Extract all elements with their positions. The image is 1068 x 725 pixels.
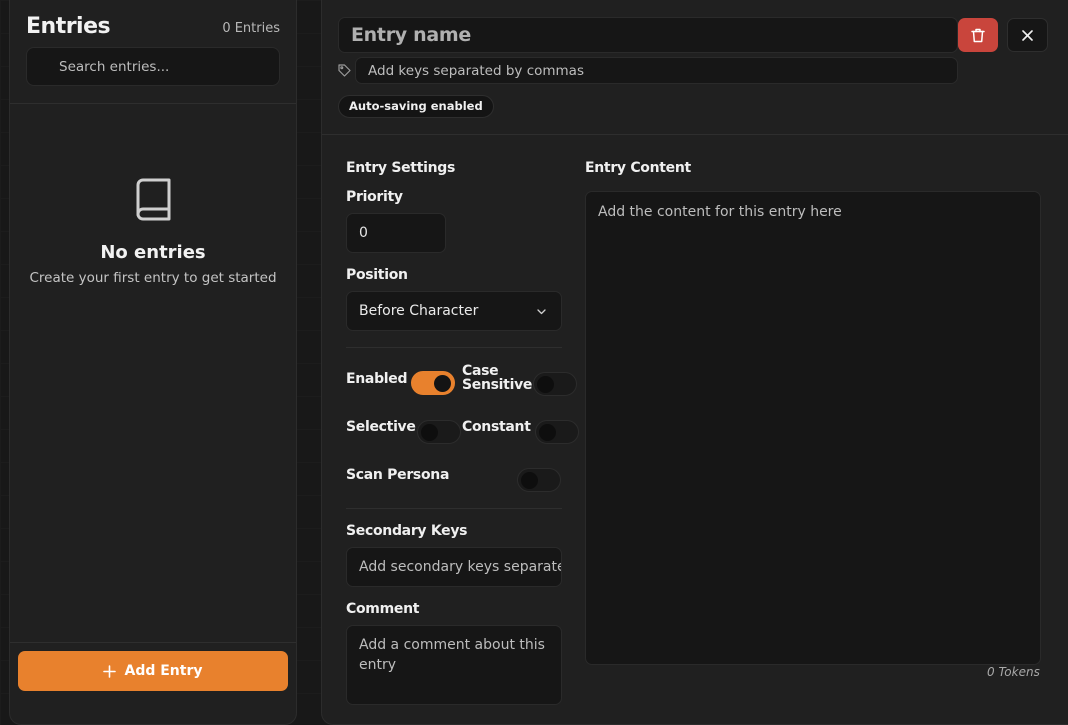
add-entry-button[interactable]: Add Entry xyxy=(18,651,288,691)
entries-count: 0 Entries xyxy=(222,21,280,36)
autosave-badge: Auto-saving enabled xyxy=(338,95,494,118)
entry-settings-title: Entry Settings xyxy=(346,160,456,176)
tag-icon xyxy=(338,64,351,77)
position-label: Position xyxy=(346,267,408,283)
selective-label: Selective xyxy=(346,419,416,435)
toggle-knob xyxy=(539,424,556,441)
keys-input[interactable] xyxy=(355,57,958,84)
close-editor-button[interactable] xyxy=(1007,18,1048,52)
settings-divider xyxy=(346,347,562,348)
scan-persona-toggle[interactable] xyxy=(517,468,561,492)
add-entry-label: Add Entry xyxy=(124,663,203,679)
editor-header-divider xyxy=(322,134,1068,135)
toggle-knob xyxy=(421,424,438,441)
search-entries-input[interactable] xyxy=(26,47,280,86)
position-selected-value: Before Character xyxy=(359,303,479,319)
toggle-knob xyxy=(537,376,554,393)
settings-divider xyxy=(346,508,562,509)
empty-state-title: No entries xyxy=(100,242,206,263)
entries-sidebar: Entries 0 Entries No entries Create your… xyxy=(9,0,297,725)
secondary-keys-input[interactable] xyxy=(346,547,562,587)
chevron-down-icon xyxy=(537,309,546,315)
sidebar-divider xyxy=(10,103,296,104)
selective-toggle[interactable] xyxy=(417,420,461,444)
delete-entry-button[interactable] xyxy=(958,18,998,52)
case-sensitive-label-line1: Case xyxy=(462,363,499,379)
case-sensitive-label: Case Sensitive xyxy=(462,364,532,392)
toggle-knob xyxy=(434,375,451,392)
enabled-label: Enabled xyxy=(346,371,408,387)
position-select[interactable]: Before Character xyxy=(346,291,562,331)
constant-label: Constant xyxy=(462,419,531,435)
comment-textarea[interactable] xyxy=(346,625,562,705)
sidebar-bottom-divider xyxy=(10,642,296,643)
comment-label: Comment xyxy=(346,601,420,617)
entry-name-input[interactable] xyxy=(338,17,958,53)
close-icon xyxy=(1022,29,1033,41)
entry-content-label: Entry Content xyxy=(585,160,691,176)
book-icon xyxy=(136,178,171,221)
plus-icon xyxy=(103,664,117,678)
priority-input[interactable] xyxy=(346,213,446,253)
entry-content-textarea[interactable] xyxy=(585,191,1041,665)
scan-persona-label: Scan Persona xyxy=(346,467,450,483)
sidebar-title: Entries xyxy=(26,14,111,39)
entry-editor: Auto-saving enabled Entry Settings Prior… xyxy=(321,0,1068,725)
constant-toggle[interactable] xyxy=(535,420,579,444)
priority-label: Priority xyxy=(346,189,403,205)
trash-icon xyxy=(971,28,985,42)
token-count: 0 Tokens xyxy=(987,665,1040,679)
toggle-knob xyxy=(521,472,538,489)
case-sensitive-label-line2: Sensitive xyxy=(462,377,533,393)
case-sensitive-toggle[interactable] xyxy=(533,372,577,396)
enabled-toggle[interactable] xyxy=(411,371,455,395)
secondary-keys-label: Secondary Keys xyxy=(346,523,468,539)
empty-state-subtitle: Create your first entry to get started xyxy=(29,270,277,286)
